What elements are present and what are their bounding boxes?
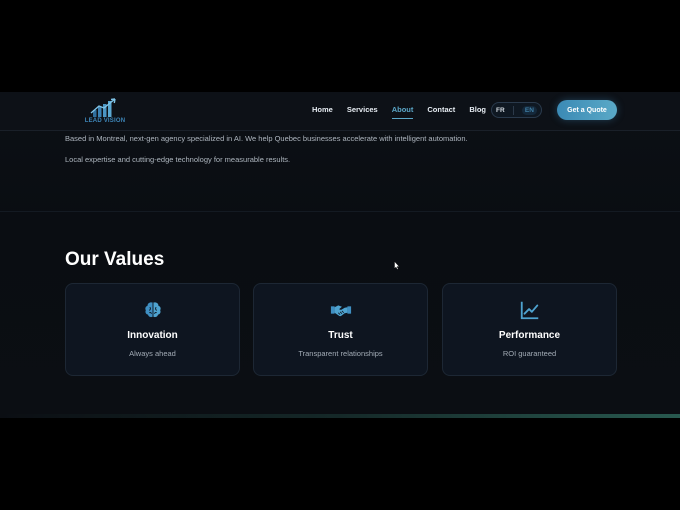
lang-en-option[interactable]: EN [521,105,537,115]
brand-name: LEAD VISION [84,118,126,124]
section-divider [0,211,680,212]
get-quote-button[interactable]: Get a Quote [557,100,617,120]
value-card-performance: Performance ROI guaranteed [442,283,617,376]
nav-contact[interactable]: Contact [427,105,455,114]
bottom-glow [0,414,680,418]
page-viewport: LEAD VISION Home Services About Contact … [0,92,680,418]
card-title: Innovation [127,330,178,341]
nav-home[interactable]: Home [312,105,333,114]
language-switcher: FR EN [491,102,542,118]
mouse-cursor-icon [394,261,400,270]
value-card-innovation: Innovation Always ahead [65,283,240,376]
card-subtitle: Always ahead [129,349,176,358]
site-header: LEAD VISION Home Services About Contact … [0,92,680,131]
brain-icon [144,302,161,318]
card-title: Performance [498,330,561,341]
nav-services[interactable]: Services [347,105,378,114]
value-card-trust: Trust Transparent relationships [253,283,428,376]
lang-fr-option[interactable]: FR [496,107,505,114]
logo-chart-icon [90,98,116,117]
about-description: Based in Montreal, next-gen agency speci… [65,134,468,143]
card-subtitle: Transparent relationships [298,349,383,358]
card-subtitle: ROI guaranteed [502,349,557,358]
brand-logo[interactable]: LEAD VISION [82,96,128,128]
values-title: Our Values [65,249,165,270]
nav-blog[interactable]: Blog [469,105,486,114]
chart-line-icon [520,301,538,320]
card-title: Trust [328,330,353,341]
handshake-icon [330,305,351,317]
about-tagline: Local expertise and cutting-edge technol… [65,155,291,164]
lang-separator [512,105,514,115]
main-nav: Home Services About Contact Blog [312,105,500,119]
nav-about[interactable]: About [391,105,413,119]
